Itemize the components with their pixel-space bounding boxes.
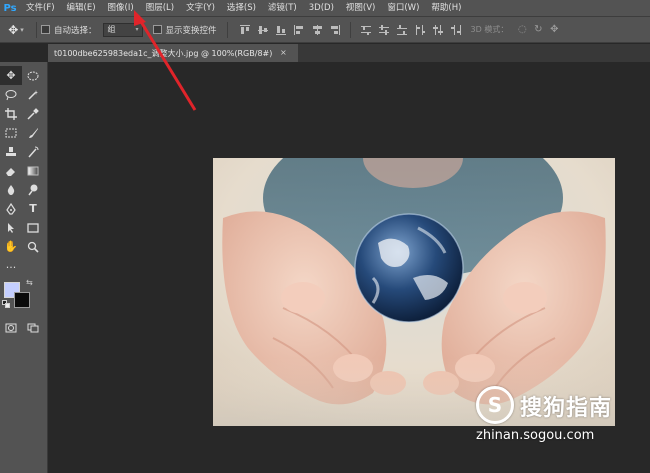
menu-filter[interactable]: 滤镜(T) bbox=[262, 0, 303, 16]
move-icon: ✥ bbox=[8, 22, 19, 37]
align-right-edges-icon[interactable] bbox=[328, 23, 342, 37]
align-buttons bbox=[238, 21, 463, 38]
menu-window[interactable]: 窗口(W) bbox=[381, 0, 425, 16]
chevron-down-icon: ▾ bbox=[135, 26, 139, 33]
move-tool-icon[interactable]: ✥ bbox=[0, 66, 22, 85]
menu-3d[interactable]: 3D(D) bbox=[303, 0, 340, 16]
history-brush-tool-icon[interactable] bbox=[22, 142, 44, 161]
eraser-tool-icon[interactable] bbox=[0, 161, 22, 180]
pen-tool-icon[interactable] bbox=[0, 199, 22, 218]
lasso-tool-icon[interactable] bbox=[0, 85, 22, 104]
gradient-tool-icon[interactable] bbox=[22, 161, 44, 180]
default-colors-icon[interactable] bbox=[2, 300, 10, 308]
3d-mode-label: 3D 模式： bbox=[470, 25, 509, 34]
menu-file[interactable]: 文件(F) bbox=[20, 0, 61, 16]
align-top-edges-icon[interactable] bbox=[238, 23, 252, 37]
rectangle-tool-icon[interactable] bbox=[22, 218, 44, 237]
menu-layer[interactable]: 图层(L) bbox=[140, 0, 180, 16]
more-tools-icon[interactable]: ··· bbox=[0, 258, 22, 277]
distribute-horizontal-centers-icon[interactable] bbox=[431, 23, 445, 37]
align-vertical-centers-icon[interactable] bbox=[256, 23, 270, 37]
menu-select[interactable]: 选择(S) bbox=[221, 0, 262, 16]
show-transform-option[interactable]: 显示变换控件 bbox=[152, 24, 217, 36]
crop-tool-icon[interactable] bbox=[0, 104, 22, 123]
3d-pan-icon[interactable]: ✥ bbox=[546, 23, 562, 37]
hand-tool-icon[interactable]: ✋ bbox=[0, 237, 22, 256]
show-transform-label: 显示变换控件 bbox=[165, 25, 217, 36]
show-transform-checkbox[interactable] bbox=[152, 25, 162, 34]
align-horizontal-centers-icon[interactable] bbox=[310, 23, 324, 37]
auto-select-label: 自动选择： bbox=[54, 25, 97, 36]
swap-colors-icon[interactable]: ⇆ bbox=[26, 278, 33, 287]
menu-type[interactable]: 文字(Y) bbox=[180, 0, 221, 16]
menu-edit[interactable]: 编辑(E) bbox=[61, 0, 102, 16]
dodge-tool-icon[interactable] bbox=[22, 180, 44, 199]
frame-tool-icon[interactable] bbox=[0, 123, 22, 142]
auto-select-value: 组 bbox=[107, 25, 116, 34]
quick-mask-icon[interactable] bbox=[0, 318, 22, 337]
path-selection-tool-icon[interactable] bbox=[0, 218, 22, 237]
divider bbox=[349, 21, 351, 38]
blur-tool-icon[interactable] bbox=[0, 180, 22, 199]
divider bbox=[226, 21, 228, 38]
marquee-tool-icon[interactable] bbox=[22, 66, 44, 85]
menu-view[interactable]: 视图(V) bbox=[340, 0, 381, 16]
auto-select-target-select[interactable]: 组 ▾ bbox=[102, 22, 143, 37]
brush-tool-icon[interactable] bbox=[22, 123, 44, 142]
type-tool-icon[interactable]: T bbox=[22, 199, 44, 218]
document-tab-bar: t0100dbe625983eda1c_调整大小.jpg @ 100%(RGB/… bbox=[48, 44, 650, 62]
close-icon[interactable]: × bbox=[280, 48, 287, 57]
sogou-logo-icon: S bbox=[476, 386, 514, 424]
chevron-down-icon: ▾ bbox=[20, 25, 24, 34]
distribute-right-icon[interactable] bbox=[449, 23, 463, 37]
3d-orbit-icon[interactable]: ◌ bbox=[514, 23, 530, 37]
menu-help[interactable]: 帮助(H) bbox=[425, 0, 467, 16]
menu-image[interactable]: 图像(I) bbox=[102, 0, 140, 16]
zoom-tool-icon[interactable] bbox=[22, 237, 44, 256]
document-tab-title: t0100dbe625983eda1c_调整大小.jpg @ 100%(RGB/… bbox=[54, 48, 273, 58]
3d-roll-icon[interactable]: ↻ bbox=[530, 23, 546, 37]
auto-select-option[interactable]: 自动选择： bbox=[41, 24, 97, 36]
divider bbox=[36, 21, 37, 38]
align-left-edges-icon[interactable] bbox=[292, 23, 306, 37]
watermark-url: zhinan.sogou.com bbox=[476, 428, 595, 443]
distribute-left-icon[interactable] bbox=[413, 23, 427, 37]
toolbox: ✥ T ✋ ··· ⇆ bbox=[0, 62, 48, 473]
options-bar: ✥ ▾ 自动选择： 组 ▾ 显示变换控件 3D 模式： ◌ ↻ ✥ bbox=[0, 16, 650, 43]
watermark: S 搜狗指南 zhinan.sogou.com bbox=[470, 382, 640, 452]
distribute-bottom-icon[interactable] bbox=[395, 23, 409, 37]
distribute-vertical-centers-icon[interactable] bbox=[377, 23, 391, 37]
auto-select-checkbox[interactable] bbox=[41, 25, 50, 34]
ps-logo: Ps bbox=[0, 0, 20, 16]
document-tab[interactable]: t0100dbe625983eda1c_调整大小.jpg @ 100%(RGB/… bbox=[48, 44, 298, 62]
color-swatches: ⇆ bbox=[2, 278, 42, 312]
eyedropper-tool-icon[interactable] bbox=[22, 104, 44, 123]
stamp-tool-icon[interactable] bbox=[0, 142, 22, 161]
move-tool-preset[interactable]: ✥ ▾ bbox=[0, 23, 32, 37]
menu-bar: Ps 文件(F) 编辑(E) 图像(I) 图层(L) 文字(Y) 选择(S) 滤… bbox=[0, 0, 650, 16]
align-bottom-edges-icon[interactable] bbox=[274, 23, 288, 37]
photoshop-window: Ps 文件(F) 编辑(E) 图像(I) 图层(L) 文字(Y) 选择(S) 滤… bbox=[0, 0, 650, 473]
watermark-brand: 搜狗指南 bbox=[520, 396, 613, 421]
screen-mode-icon[interactable] bbox=[22, 318, 44, 337]
background-color-swatch[interactable] bbox=[14, 292, 30, 308]
magic-wand-tool-icon[interactable] bbox=[22, 85, 44, 104]
distribute-top-icon[interactable] bbox=[359, 23, 373, 37]
